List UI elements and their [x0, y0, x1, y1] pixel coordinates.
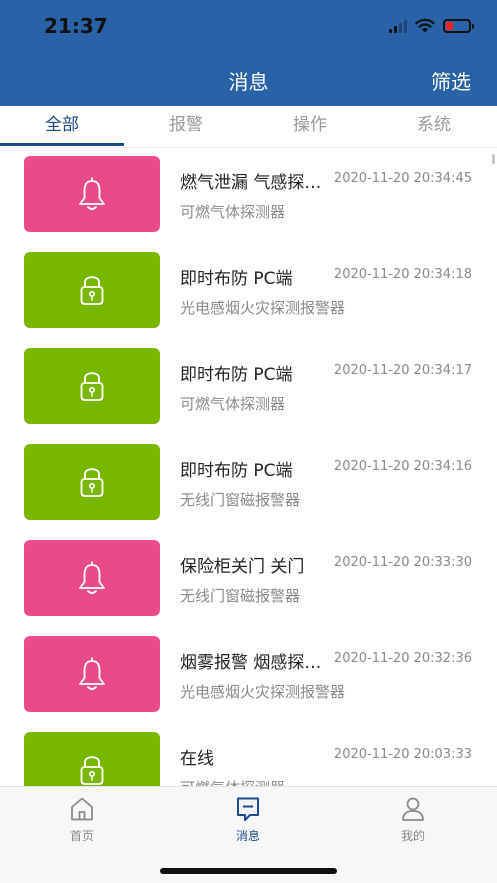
message-title: 即时布防 PC端: [180, 365, 293, 385]
message-type-thumbnail: [24, 444, 160, 520]
tab-bar: 全部 报警 操作 系统: [0, 106, 497, 148]
battery-level: [446, 21, 453, 30]
lock-icon: [80, 276, 104, 305]
nav-messages-label: 消息: [235, 829, 260, 843]
message-time: 2020-11-20 20:34:16: [333, 459, 472, 474]
tab-alarm[interactable]: 报警: [124, 106, 248, 148]
nav-home[interactable]: 首页: [32, 795, 132, 844]
lock-icon: [80, 468, 104, 497]
message-title: 即时布防 PC端: [180, 461, 293, 481]
message-type-thumbnail: [24, 348, 160, 424]
message-row[interactable]: 即时布防 PC端 2020-11-20 20:34:18 光电感烟火灾探测报警器: [0, 244, 497, 340]
scrollbar[interactable]: [492, 154, 495, 164]
bell-icon: [79, 657, 105, 690]
message-device: 光电感烟火灾探测报警器: [180, 299, 346, 317]
status-icons: [389, 18, 474, 33]
message-device: 可燃气体探测器: [180, 203, 286, 221]
message-device: 光电感烟火灾探测报警器: [180, 683, 346, 701]
message-title: 即时布防 PC端: [180, 269, 293, 289]
filter-button[interactable]: 筛选: [431, 66, 471, 95]
message-device: 可燃气体探测器: [180, 395, 286, 413]
message-row[interactable]: 保险柜关门 关门 2020-11-20 20:33:30 无线门窗磁报警器: [0, 532, 497, 628]
message-device: 可燃气体探测器: [180, 777, 285, 786]
message-row[interactable]: 烟雾报警 烟感探测器 2020-11-20 20:32:36 光电感烟火灾探测报警器: [0, 628, 497, 724]
message-row[interactable]: 即时布防 PC端 2020-11-20 20:34:17 可燃气体探测器: [0, 340, 497, 436]
message-time: 2020-11-20 20:32:36: [333, 651, 472, 666]
message-time: 2020-11-20 20:34:45: [333, 171, 472, 186]
tab-system[interactable]: 系统: [372, 106, 496, 148]
message-time: 2020-11-20 20:34:17: [333, 363, 472, 378]
message-list[interactable]: 燃气泄漏 气感探测器2020-11-20 20:34:45可燃气体探测器即时布防…: [0, 148, 497, 786]
message-title: 在线: [180, 749, 214, 769]
lock-icon: [80, 756, 104, 785]
bell-icon: [79, 177, 105, 210]
message-row[interactable]: 即时布防 PC端 2020-11-20 20:34:16 无线门窗磁报警器: [0, 436, 497, 532]
user-icon: [402, 797, 424, 821]
status-bar: 21:37: [0, 0, 497, 54]
tab-all[interactable]: 全部: [0, 106, 124, 148]
message-time: 2020-11-20 20:34:18: [333, 267, 472, 282]
tab-operation[interactable]: 操作: [248, 106, 372, 148]
message-title: 烟雾报警 烟感探测器: [180, 653, 322, 673]
lock-icon: [80, 372, 104, 401]
nav-profile[interactable]: 我的: [363, 795, 463, 844]
home-icon: [71, 797, 93, 821]
message-type-thumbnail: [24, 252, 160, 328]
message-row[interactable]: 燃气泄漏 气感探测器 2020-11-20 20:34:45 可燃气体探测器: [0, 148, 497, 244]
cellular-signal-icon: [389, 19, 407, 33]
nav-profile-label: 我的: [400, 829, 425, 843]
message-icon: [237, 797, 259, 821]
battery-icon: [443, 18, 474, 33]
message-row[interactable]: 在线 2020-11-20 20:03:33 可燃气体探测器: [0, 724, 497, 786]
status-time: 21:37: [44, 14, 108, 38]
bell-icon: [79, 561, 105, 594]
message-time: 2020-11-20 20:03:33: [333, 747, 472, 762]
message-title: 保险柜关门 关门: [180, 557, 305, 577]
nav-messages[interactable]: 消息: [198, 795, 298, 844]
active-tab-indicator: [0, 143, 124, 146]
app-header: 21:37 消息 筛选: [0, 0, 497, 106]
message-type-thumbnail: [24, 156, 160, 232]
message-type-thumbnail: [24, 636, 160, 712]
message-type-thumbnail: [24, 540, 160, 616]
wifi-icon: [415, 18, 435, 33]
nav-home-label: 首页: [69, 829, 94, 843]
home-indicator[interactable]: [160, 868, 337, 874]
message-type-thumbnail: [24, 732, 160, 786]
message-time: 2020-11-20 20:33:30: [333, 555, 472, 570]
message-device: 无线门窗磁报警器: [180, 491, 301, 509]
page-title: 消息: [228, 70, 269, 94]
message-device: 无线门窗磁报警器: [180, 587, 301, 605]
message-title: 燃气泄漏 气感探测器: [180, 173, 322, 193]
